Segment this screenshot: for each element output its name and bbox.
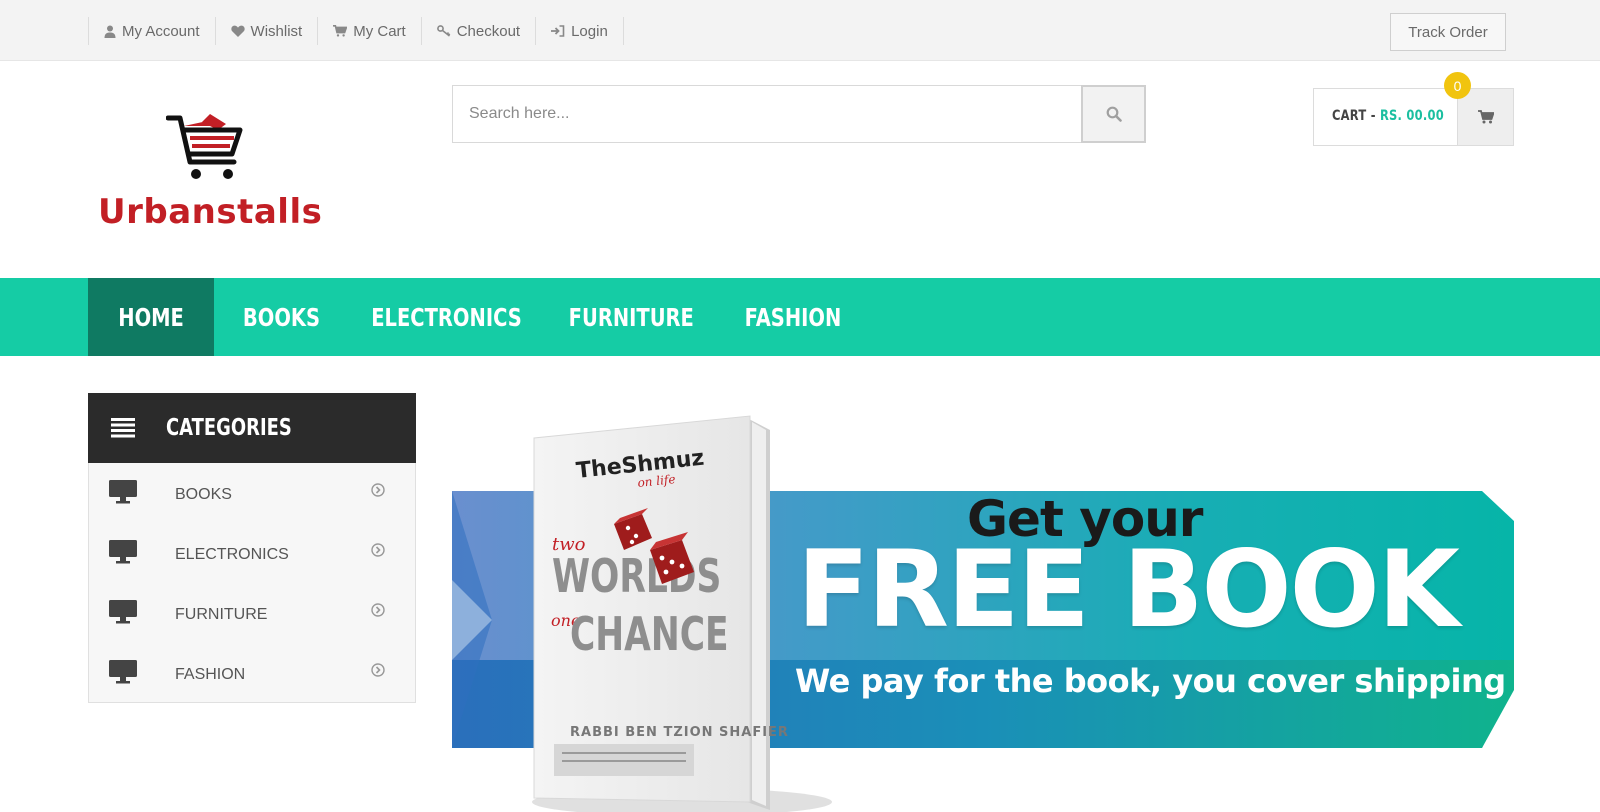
category-label: FASHION [175, 666, 246, 683]
wishlist-label: Wishlist [250, 22, 303, 40]
cart-summary: CART - RS. 00.00 [1332, 108, 1444, 124]
logo-text: Urbanstalls [98, 192, 323, 232]
checkout-link[interactable]: Checkout [422, 17, 537, 45]
book-author: RABBI BEN TZION SHAFIER [570, 725, 789, 740]
nav-label-fashion: FASHION [744, 302, 842, 332]
search-button[interactable] [1081, 85, 1146, 143]
checkout-label: Checkout [456, 22, 521, 40]
cart-icon [333, 25, 348, 37]
promo-banner[interactable]: TheShmuz on life two WORLDS one CHANCE R… [452, 400, 1514, 812]
list-icon [111, 418, 135, 438]
banner-subtitle: We pay for the book, you cover shipping [795, 662, 1506, 700]
category-item-electronics[interactable]: ELECTRONICS [89, 523, 415, 583]
header-cart[interactable]: CART - RS. 00.00 [1313, 88, 1514, 146]
nav-item-home[interactable]: HOME [88, 278, 214, 356]
arrow-circle-right-icon [371, 483, 385, 497]
categories-list: BOOKS ELECTRONICS FURNITURE FASHION [88, 463, 416, 703]
banner-free-book: FREE BOOK [797, 528, 1460, 651]
main-nav: HOME BOOKS ELECTRONICS FURNITURE FASHION [0, 278, 1600, 356]
arrow-circle-right-icon [371, 663, 385, 677]
arrow-circle-right-icon [371, 543, 385, 557]
category-label: BOOKS [175, 486, 232, 503]
my-account-label: My Account [122, 22, 200, 40]
cart-icon-button[interactable] [1457, 88, 1514, 146]
book-title-worlds: WORLDS [552, 549, 721, 603]
categories-header[interactable]: CATEGORIES [88, 393, 416, 463]
category-label: FURNITURE [175, 606, 268, 623]
search-icon [1106, 106, 1122, 122]
top-bar: My Account Wishlist My Cart Checkout Log… [0, 0, 1600, 61]
desktop-icon [109, 480, 137, 504]
cart-amount: RS. 00.00 [1379, 108, 1444, 124]
nav-item-fashion[interactable]: FASHION [718, 278, 868, 356]
nav-label-home: HOME [118, 302, 184, 332]
login-link[interactable]: Login [536, 17, 624, 45]
desktop-icon [109, 540, 137, 564]
track-order-button[interactable]: Track Order [1390, 13, 1506, 51]
my-cart-link[interactable]: My Cart [318, 17, 422, 45]
nav-label-books: BOOKS [242, 302, 321, 332]
nav-item-furniture[interactable]: FURNITURE [545, 278, 718, 356]
my-account-link[interactable]: My Account [89, 17, 216, 45]
category-label: ELECTRONICS [175, 546, 289, 563]
cart-count-badge: 0 [1444, 72, 1471, 99]
category-item-furniture[interactable]: FURNITURE [89, 583, 415, 643]
nav-label-electronics: ELECTRONICS [371, 302, 523, 332]
wishlist-link[interactable]: Wishlist [216, 17, 319, 45]
arrow-circle-right-icon [371, 603, 385, 617]
nav-label-furniture: FURNITURE [568, 302, 695, 332]
site-logo[interactable]: Urbanstalls [96, 112, 336, 232]
cart-icon [1477, 110, 1494, 124]
search-bar [452, 85, 1146, 143]
sign-in-icon [551, 25, 565, 37]
user-icon [104, 25, 116, 38]
cart-label: CART - [1332, 108, 1380, 124]
top-links: My Account Wishlist My Cart Checkout Log… [88, 17, 624, 45]
key-icon [436, 25, 451, 37]
category-item-fashion[interactable]: FASHION [89, 643, 415, 703]
desktop-icon [109, 660, 137, 684]
book-title-chance: CHANCE [570, 607, 729, 661]
my-cart-label: My Cart [353, 22, 406, 40]
category-item-books[interactable]: BOOKS [89, 463, 415, 523]
categories-title: CATEGORIES [166, 415, 292, 441]
heart-icon [230, 25, 245, 37]
cart-logo-icon [166, 114, 243, 179]
desktop-icon [109, 600, 137, 624]
nav-item-books[interactable]: BOOKS [214, 278, 349, 356]
nav-item-electronics[interactable]: ELECTRONICS [349, 278, 545, 356]
search-input[interactable] [453, 86, 1081, 142]
login-label: Login [571, 22, 608, 40]
